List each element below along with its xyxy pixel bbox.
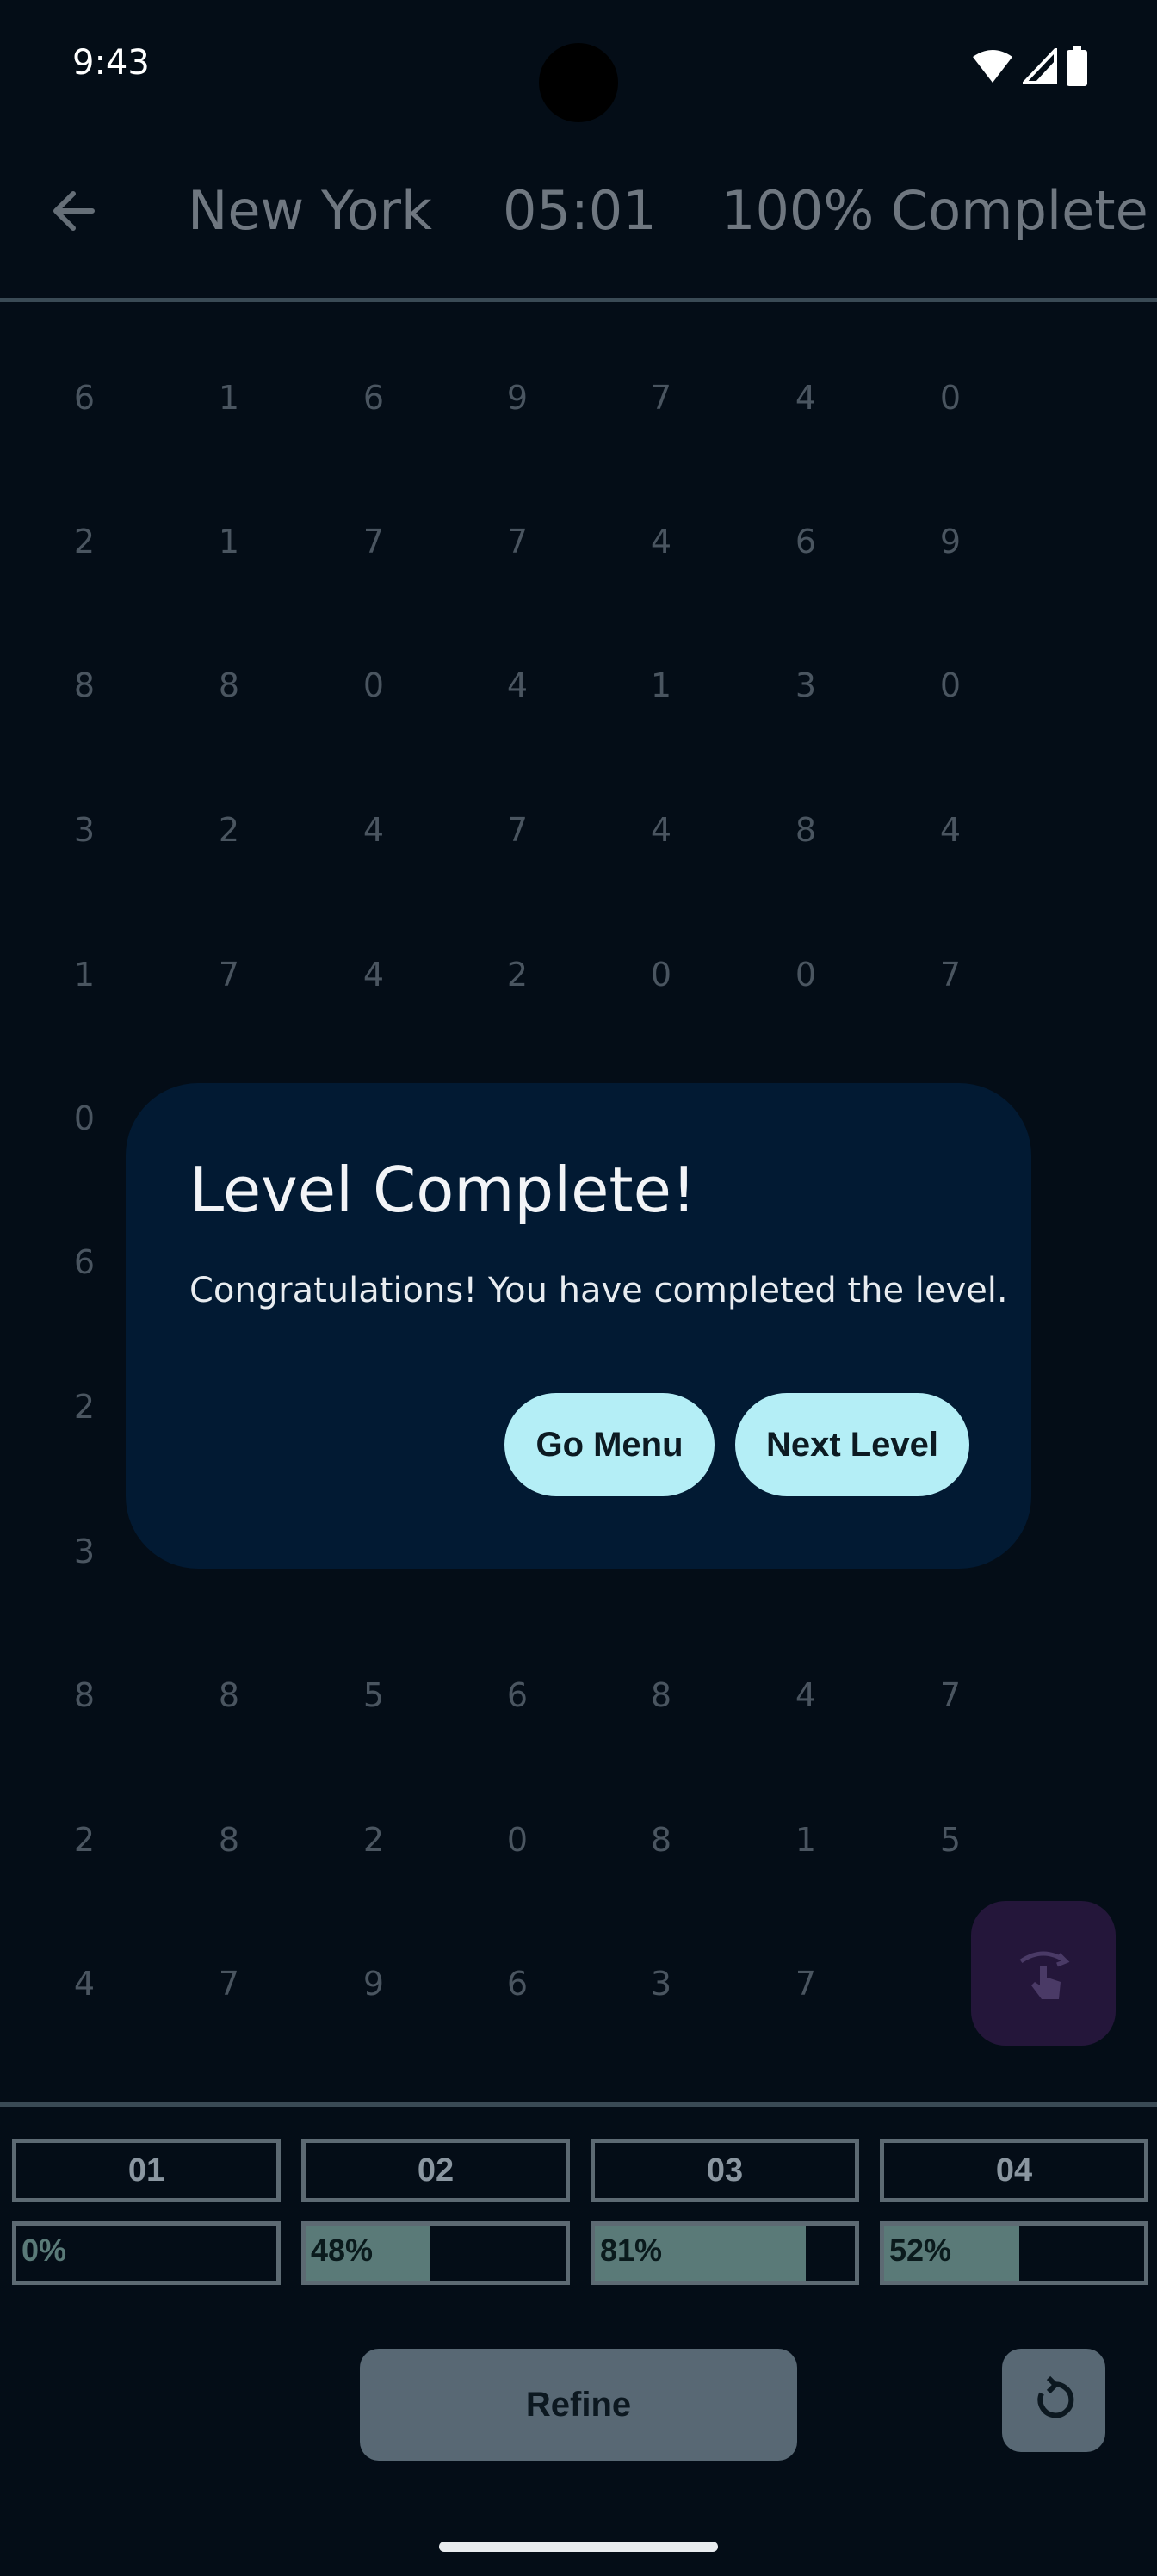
level-progress-bar: 0% (12, 2221, 281, 2285)
progress-label: 0% (22, 2232, 67, 2268)
refresh-icon (1037, 2375, 1074, 2418)
hint-fab[interactable] (971, 1901, 1116, 2046)
level-progress-bar: 52% (880, 2221, 1148, 2285)
level-tab-02[interactable]: 02 (301, 2139, 570, 2202)
level-tab-03[interactable]: 03 (591, 2139, 859, 2202)
dialog-title: Level Complete! (189, 1154, 696, 1226)
home-indicator[interactable] (439, 2542, 718, 2552)
bottom-divider (0, 2102, 1157, 2107)
progress-label: 52% (889, 2232, 952, 2268)
level-tab-01[interactable]: 01 (12, 2139, 281, 2202)
progress-label: 81% (600, 2232, 663, 2268)
go-menu-button[interactable]: Go Menu (504, 1393, 715, 1496)
refine-button[interactable]: Refine (360, 2349, 797, 2461)
level-progress-bar: 81% (591, 2221, 859, 2285)
level-tab-04[interactable]: 04 (880, 2139, 1148, 2202)
progress-label: 48% (311, 2232, 374, 2268)
reset-button[interactable] (1002, 2349, 1105, 2452)
next-level-button[interactable]: Next Level (735, 1393, 969, 1496)
touch-rotate-icon (1019, 1951, 1070, 1999)
dialog-message: Congratulations! You have completed the … (189, 1271, 1008, 1310)
level-progress-bar: 48% (301, 2221, 570, 2285)
level-complete-dialog: Level Complete! Congratulations! You hav… (126, 1083, 1031, 1569)
